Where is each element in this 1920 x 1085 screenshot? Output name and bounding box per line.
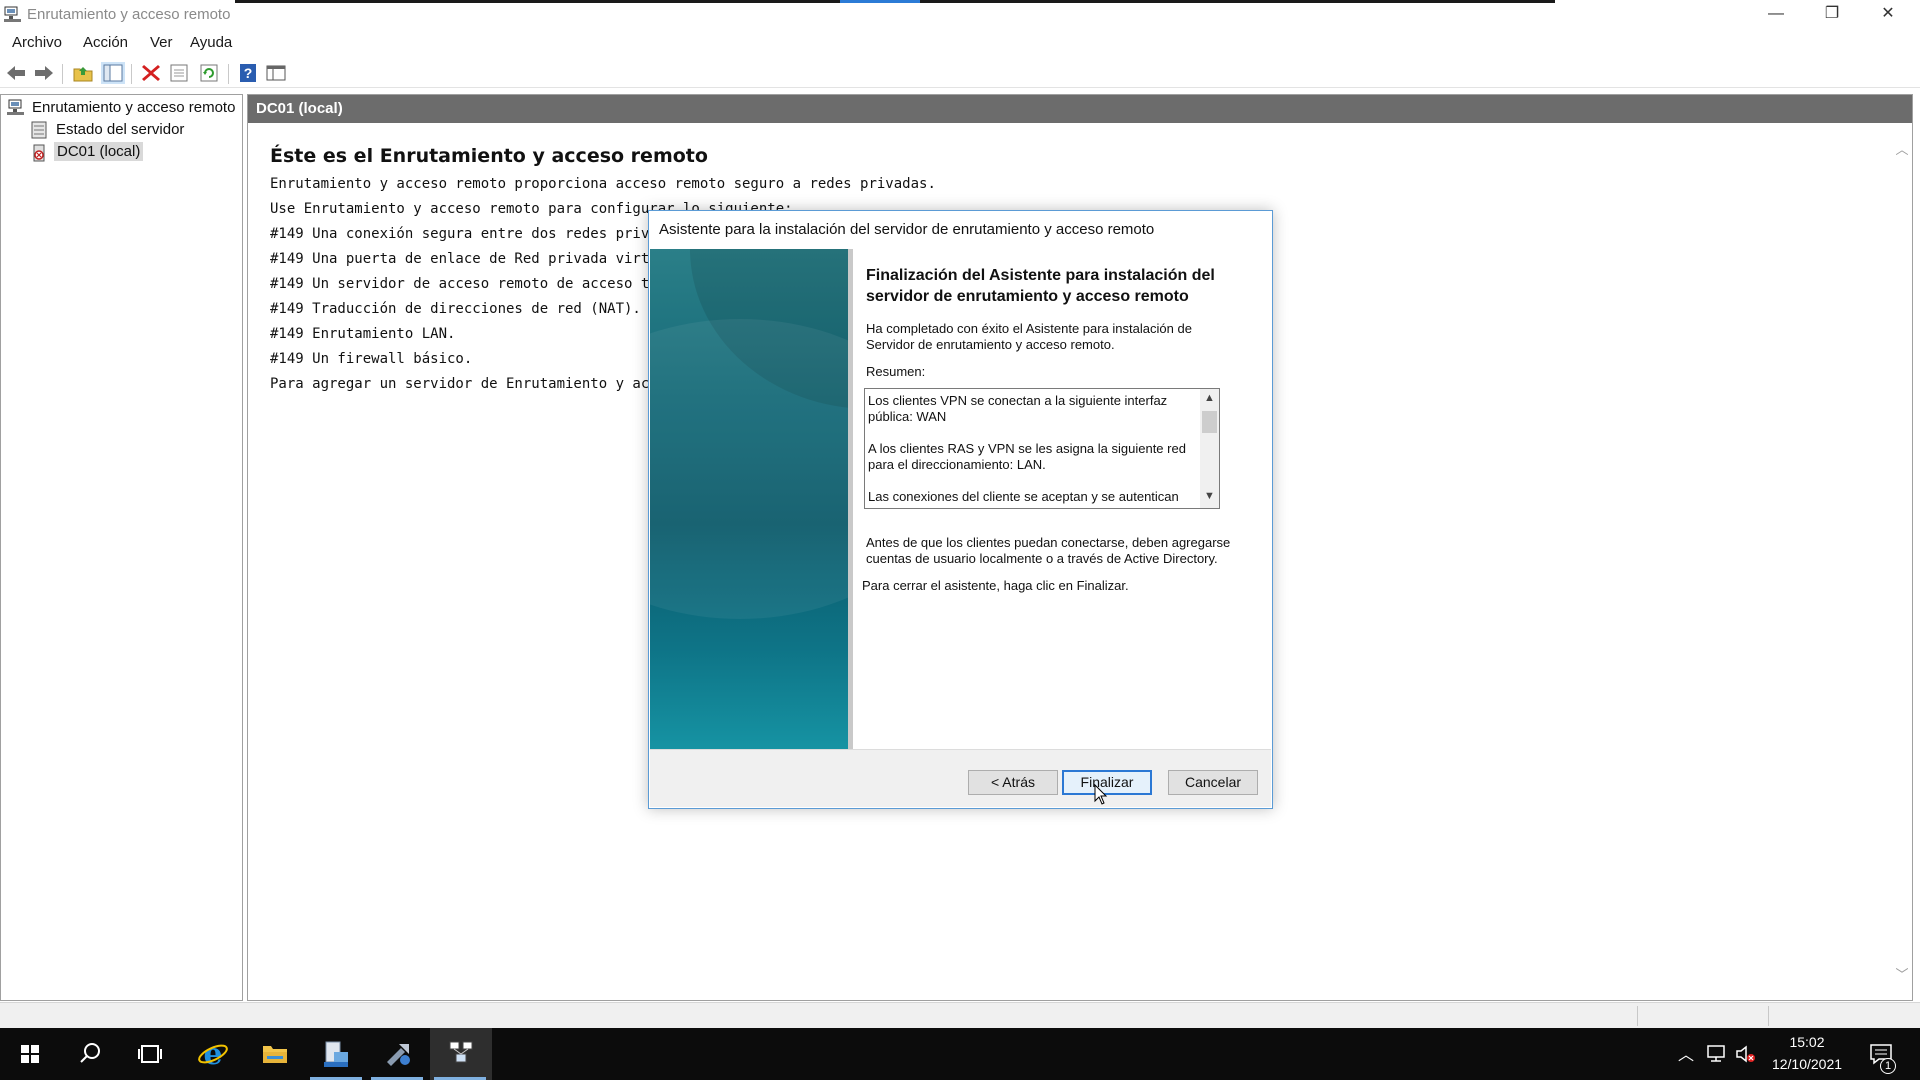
server-manager-icon[interactable] [306, 1028, 366, 1080]
tree-item-dc01[interactable]: DC01 (local) [54, 142, 144, 161]
start-icon[interactable] [0, 1028, 60, 1080]
dialog-title: Asistente para la instalación del servid… [659, 221, 1155, 238]
close-hint: Para cerrar el asistente, haga clic en F… [862, 578, 1129, 593]
clock-time[interactable]: 15:02 [1762, 1034, 1852, 1050]
routing-remote-access-icon[interactable] [430, 1028, 492, 1080]
status-bar [0, 1002, 1920, 1028]
console-tree: Enrutamiento y acceso remoto Estado del … [0, 94, 243, 1001]
setup-wizard-dialog: Asistente para la instalación del servid… [648, 210, 1273, 809]
menu-ayuda[interactable]: Ayuda [190, 34, 232, 51]
chevron-up-icon[interactable]: ︿ [1676, 1041, 1696, 1065]
properties-icon[interactable] [167, 62, 191, 84]
content-line: #149 Un firewall básico. [270, 351, 473, 367]
show-hide-tree-icon[interactable] [101, 62, 125, 84]
welcome-title: Éste es el Enrutamiento y acceso remoto [270, 145, 708, 167]
wizard-heading: Finalización del Asistente para instalac… [866, 267, 1215, 305]
speaker-muted-icon[interactable] [1735, 1044, 1757, 1064]
title-bar: Enrutamiento y acceso remoto — ❐ ✕ [0, 0, 1920, 30]
help-icon[interactable]: ? [236, 62, 260, 84]
internet-explorer-icon[interactable]: e [183, 1028, 243, 1080]
vertical-scrollbar[interactable]: ︿ ﹀ [1892, 123, 1912, 1000]
delete-icon[interactable] [139, 62, 163, 84]
close-button[interactable]: ✕ [1860, 0, 1916, 30]
search-icon[interactable] [60, 1028, 120, 1080]
refresh-icon[interactable] [197, 62, 221, 84]
back-button[interactable]: < Atrás [968, 770, 1058, 795]
summary-textbox[interactable]: Los clientes VPN se conectan a la siguie… [864, 388, 1220, 509]
tools-icon[interactable] [367, 1028, 427, 1080]
back-icon[interactable] [4, 62, 28, 84]
svg-text:?: ? [244, 65, 253, 81]
menu-archivo[interactable]: Archivo [12, 34, 62, 51]
minimize-button[interactable]: — [1748, 0, 1804, 30]
summary-line: A los clientes RAS y VPN se les asigna l… [868, 441, 1186, 472]
summary-line: Los clientes VPN se conectan a la siguie… [868, 393, 1168, 424]
content-line: #149 Una puerta de enlace de Red privada… [270, 251, 700, 267]
summary-label: Resumen: [866, 364, 926, 379]
console-icon[interactable] [264, 62, 288, 84]
clock-date[interactable]: 12/10/2021 [1762, 1056, 1852, 1072]
content-line: Para agregar un servidor de Enrutamiento… [270, 376, 700, 392]
server-status-icon [31, 121, 47, 139]
restore-button[interactable]: ❐ [1804, 0, 1860, 30]
network-icon[interactable] [1705, 1044, 1727, 1064]
scroll-down-icon[interactable]: ▼ [1203, 490, 1216, 502]
application-window: Enrutamiento y acceso remoto — ❐ ✕ Archi… [0, 0, 1920, 1028]
tree-item-server-status[interactable]: Estado del servidor [56, 121, 184, 138]
menu-bar: Archivo Acción Ver Ayuda [0, 30, 1920, 56]
taskbar: e ︿ 15:02 12/10/2021 1 [0, 1028, 1920, 1080]
scroll-thumb[interactable] [1202, 411, 1217, 433]
scroll-down-icon[interactable]: ﹀ [1895, 968, 1909, 982]
wizard-intro: Ha completado con éxito el Asistente par… [866, 321, 1192, 352]
content-line: #149 Traducción de direcciones de red (N… [270, 301, 641, 317]
details-header: DC01 (local) [248, 95, 1912, 123]
up-folder-icon[interactable] [71, 62, 95, 84]
mouse-cursor-icon [1094, 784, 1108, 805]
svg-text:e: e [203, 1037, 222, 1072]
cancel-button[interactable]: Cancelar [1168, 770, 1258, 795]
menu-accion[interactable]: Acción [83, 34, 128, 51]
notification-count-badge: 1 [1880, 1058, 1896, 1074]
server-icon [33, 144, 45, 162]
scroll-up-icon[interactable]: ︿ [1895, 143, 1909, 157]
summary-line: Las conexiones del cliente se aceptan y … [868, 489, 1179, 504]
wizard-banner-image [650, 249, 848, 749]
wizard-note: Antes de que los clientes puedan conecta… [866, 535, 1231, 566]
scroll-up-icon[interactable]: ▲ [1203, 392, 1216, 404]
content-line: #149 Un servidor de acceso remoto de acc… [270, 276, 692, 292]
file-explorer-icon[interactable] [245, 1028, 305, 1080]
content-line: Enrutamiento y acceso remoto proporciona… [270, 176, 936, 192]
window-title: Enrutamiento y acceso remoto [27, 6, 231, 23]
dialog-footer: < Atrás Finalizar Cancelar [650, 749, 1271, 807]
content-line: #149 Una conexión segura entre dos redes… [270, 226, 684, 242]
forward-icon[interactable] [32, 62, 56, 84]
content-line: #149 Enrutamiento LAN. [270, 326, 456, 342]
task-view-icon[interactable] [120, 1028, 180, 1080]
summary-scrollbar[interactable]: ▲ ▼ [1200, 389, 1219, 508]
tree-root[interactable]: Enrutamiento y acceso remoto [32, 99, 235, 116]
routing-root-icon [7, 99, 24, 115]
toolbar: ? [0, 58, 1920, 88]
routing-app-icon [4, 6, 21, 22]
menu-ver[interactable]: Ver [150, 34, 173, 51]
